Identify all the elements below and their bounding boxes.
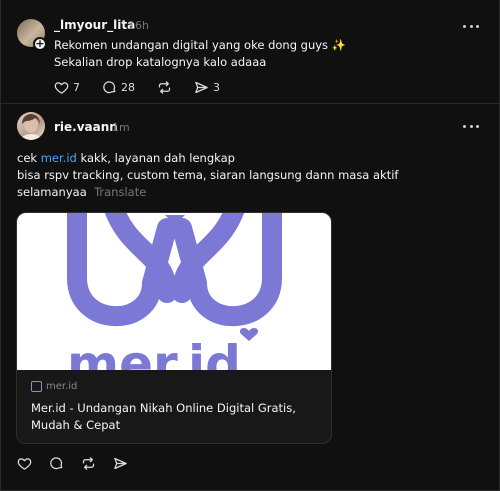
repost-icon <box>158 81 171 94</box>
more-icon[interactable] <box>463 123 479 129</box>
repost-button[interactable] <box>81 456 96 471</box>
comment-icon <box>50 457 63 470</box>
reply-button[interactable] <box>49 456 64 471</box>
reply-button[interactable]: 28 <box>102 80 135 95</box>
svg-text:.id: .id <box>169 335 241 370</box>
username[interactable]: rie.vaann <box>54 120 118 134</box>
link-preview-card[interactable]: mer .id mer.id Mer.id - Undangan Nikah O… <box>16 212 332 444</box>
favicon-icon <box>31 381 42 392</box>
repost-button[interactable] <box>157 80 172 95</box>
repost-icon <box>82 457 95 470</box>
link-domain-row: mer.id <box>31 381 77 392</box>
like-count: 7 <box>73 81 80 94</box>
like-button[interactable] <box>17 456 32 471</box>
post-text: cek mer.id kakk, layanan dah lengkap bis… <box>17 151 399 199</box>
heart-icon <box>54 82 69 94</box>
follow-plus-icon[interactable]: + <box>33 37 47 51</box>
merid-logo: mer .id <box>67 213 282 370</box>
post-actions <box>17 456 145 471</box>
send-icon <box>114 457 127 470</box>
share-button[interactable]: 3 <box>194 80 220 95</box>
heart-icon <box>17 458 32 470</box>
link-title: Mer.id - Undangan Nikah Online Digital G… <box>31 401 296 432</box>
thread-frame: + _lmyour_lita 16h Rekomen undangan digi… <box>0 0 500 491</box>
post-text: Rekomen undangan digital yang oke dong g… <box>54 38 347 69</box>
post: + _lmyour_lita 16h Rekomen undangan digi… <box>1 0 499 104</box>
reply-count: 28 <box>121 81 135 94</box>
avatar[interactable] <box>17 112 45 140</box>
share-count: 3 <box>213 81 220 94</box>
link-preview-image: mer .id <box>17 213 331 370</box>
comment-icon <box>103 81 116 94</box>
link-domain: mer.id <box>46 381 78 392</box>
more-icon[interactable] <box>463 23 479 29</box>
post-actions: 7 28 3 <box>54 80 242 95</box>
share-button[interactable] <box>113 456 128 471</box>
translate-link[interactable]: Translate <box>94 185 146 199</box>
timestamp: 1m <box>112 121 130 134</box>
mention-link[interactable]: mer.id <box>41 151 77 165</box>
like-button[interactable]: 7 <box>54 80 80 95</box>
svg-text:mer: mer <box>67 335 178 370</box>
send-icon <box>195 81 208 94</box>
avatar-image <box>21 114 41 140</box>
timestamp: 16h <box>128 19 149 32</box>
username[interactable]: _lmyour_lita <box>54 18 135 32</box>
